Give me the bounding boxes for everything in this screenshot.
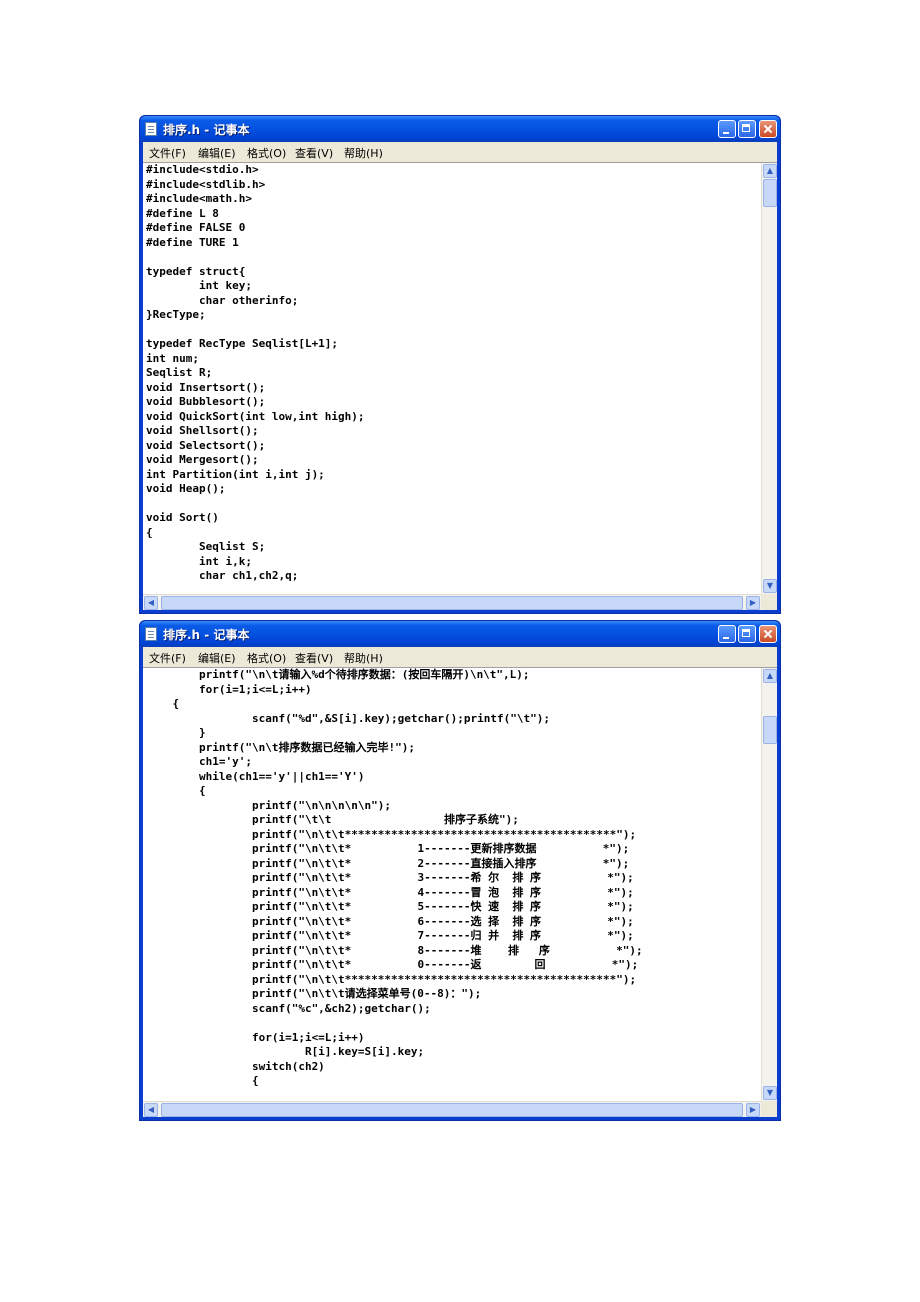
maximize-button[interactable] xyxy=(738,625,756,643)
horizontal-scroll-thumb[interactable] xyxy=(161,596,743,610)
menu-help[interactable]: 帮助(H) xyxy=(344,145,383,161)
maximize-button[interactable] xyxy=(738,120,756,138)
window-title: 排序.h - 记事本 xyxy=(163,628,250,642)
scroll-down-arrow-icon[interactable]: ▼ xyxy=(763,1086,777,1100)
scroll-right-arrow-icon[interactable]: ▶ xyxy=(746,596,760,610)
notepad-window-1: 排序.h - 记事本 文件(F) 编辑(E) 格式(O) 查看(V) 帮助(H)… xyxy=(139,115,781,614)
title-bar[interactable]: 排序.h - 记事本 xyxy=(140,116,780,142)
minimize-button[interactable] xyxy=(718,625,736,643)
menu-edit[interactable]: 编辑(E) xyxy=(198,145,236,161)
window-title: 排序.h - 记事本 xyxy=(163,123,250,137)
menu-file[interactable]: 文件(F) xyxy=(149,650,186,666)
scroll-right-arrow-icon[interactable]: ▶ xyxy=(746,1103,760,1117)
scroll-up-arrow-icon[interactable]: ▲ xyxy=(763,164,777,178)
notepad-icon xyxy=(145,627,157,641)
menu-bar: 文件(F) 编辑(E) 格式(O) 查看(V) 帮助(H) xyxy=(143,647,777,667)
scroll-down-arrow-icon[interactable]: ▼ xyxy=(763,579,777,593)
text-editor[interactable]: printf("\n\t请输入%d个待排序数据：(按回车隔开)\n\t",L);… xyxy=(143,667,777,1101)
menu-format[interactable]: 格式(O) xyxy=(247,650,286,666)
resize-grip[interactable] xyxy=(761,594,777,610)
menu-bar: 文件(F) 编辑(E) 格式(O) 查看(V) 帮助(H) xyxy=(143,142,777,162)
code-text[interactable]: printf("\n\t请输入%d个待排序数据：(按回车隔开)\n\t",L);… xyxy=(146,668,642,1089)
close-button[interactable] xyxy=(759,625,777,643)
menu-format[interactable]: 格式(O) xyxy=(247,145,286,161)
minimize-button[interactable] xyxy=(718,120,736,138)
menu-edit[interactable]: 编辑(E) xyxy=(198,650,236,666)
resize-grip[interactable] xyxy=(761,1101,777,1117)
vertical-scroll-thumb[interactable] xyxy=(763,179,777,207)
horizontal-scrollbar[interactable]: ◀ ▶ xyxy=(143,594,777,610)
code-text[interactable]: #include<stdio.h> #include<stdlib.h> #in… xyxy=(146,163,365,584)
notepad-window-2: 排序.h - 记事本 文件(F) 编辑(E) 格式(O) 查看(V) 帮助(H)… xyxy=(139,620,781,1121)
vertical-scroll-thumb[interactable] xyxy=(763,716,777,744)
menu-help[interactable]: 帮助(H) xyxy=(344,650,383,666)
close-button[interactable] xyxy=(759,120,777,138)
menu-file[interactable]: 文件(F) xyxy=(149,145,186,161)
scroll-up-arrow-icon[interactable]: ▲ xyxy=(763,669,777,683)
notepad-icon xyxy=(145,122,157,136)
horizontal-scrollbar[interactable]: ◀ ▶ xyxy=(143,1101,777,1117)
vertical-scrollbar[interactable]: ▲ ▼ xyxy=(761,163,777,594)
title-bar[interactable]: 排序.h - 记事本 xyxy=(140,621,780,647)
text-editor[interactable]: #include<stdio.h> #include<stdlib.h> #in… xyxy=(143,162,777,594)
scroll-left-arrow-icon[interactable]: ◀ xyxy=(144,1103,158,1117)
menu-view[interactable]: 查看(V) xyxy=(295,650,333,666)
scroll-left-arrow-icon[interactable]: ◀ xyxy=(144,596,158,610)
vertical-scrollbar[interactable]: ▲ ▼ xyxy=(761,668,777,1101)
menu-view[interactable]: 查看(V) xyxy=(295,145,333,161)
horizontal-scroll-thumb[interactable] xyxy=(161,1103,743,1117)
